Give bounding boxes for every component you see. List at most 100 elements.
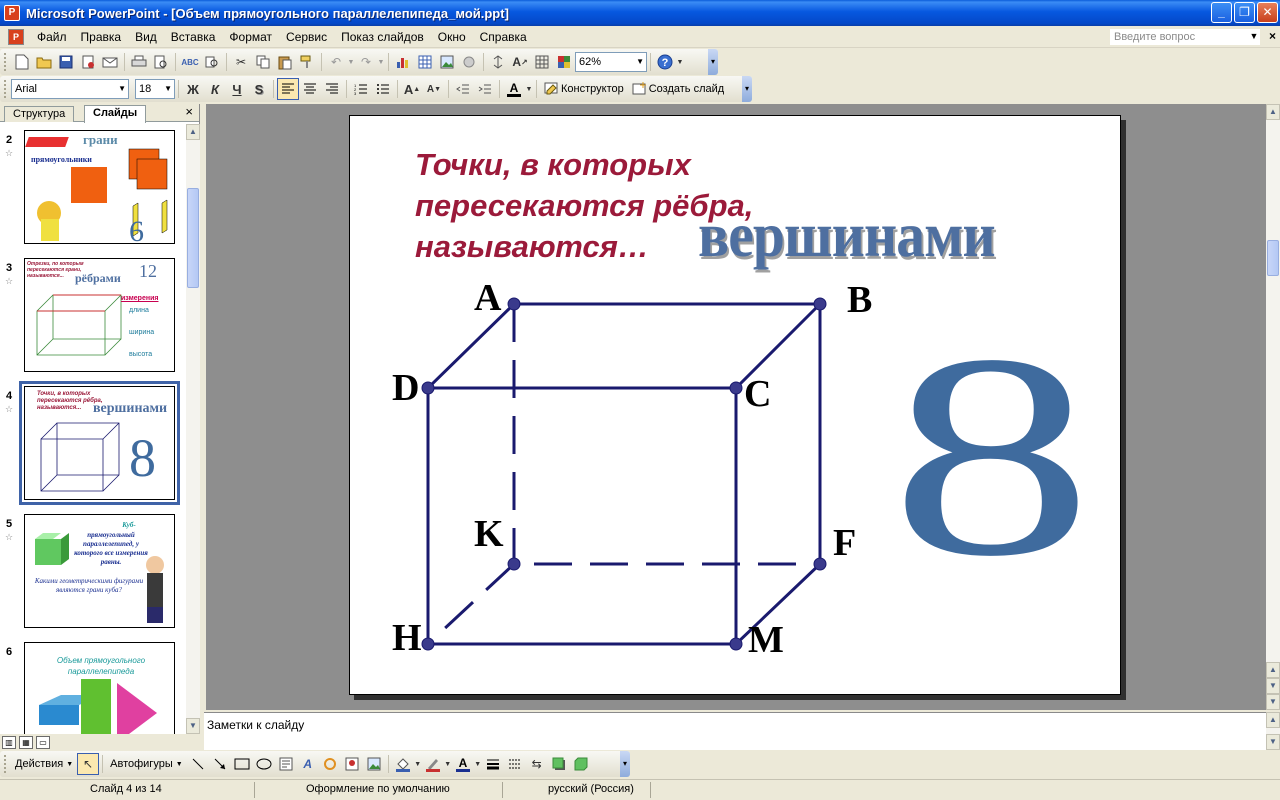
dash-style-icon[interactable] bbox=[504, 753, 526, 775]
cut-icon[interactable]: ✂ bbox=[230, 51, 252, 73]
menu-window[interactable]: Окно bbox=[431, 27, 473, 47]
help-dropdown-icon[interactable]: ▼ bbox=[676, 51, 684, 73]
slide-thumbnail-5[interactable]: 5 ☆ Куб- прямоугольный параллелепипед, у… bbox=[0, 514, 186, 630]
line-color-dropdown-icon[interactable]: ▼ bbox=[444, 753, 452, 775]
email-icon[interactable] bbox=[99, 51, 121, 73]
normal-view-icon[interactable]: ▥ bbox=[2, 735, 16, 749]
font-color-dropdown-icon[interactable]: ▼ bbox=[525, 78, 533, 100]
previous-slide-icon[interactable]: ▲ bbox=[1266, 662, 1280, 678]
scroll-down-icon[interactable]: ▼ bbox=[1266, 734, 1280, 750]
print-icon[interactable] bbox=[128, 51, 150, 73]
slide-sorter-view-icon[interactable]: ▦ bbox=[19, 735, 33, 749]
actions-menu[interactable]: Действия ▼ bbox=[11, 758, 77, 770]
toolbar-grip[interactable] bbox=[4, 755, 7, 773]
scroll-up-icon[interactable]: ▲ bbox=[186, 124, 200, 140]
spelling-icon[interactable]: ABC bbox=[179, 51, 201, 73]
bullets-icon[interactable] bbox=[372, 78, 394, 100]
toolbar-grip[interactable] bbox=[4, 53, 7, 71]
designer-button[interactable]: Конструктор bbox=[540, 82, 628, 96]
status-design-template[interactable]: Оформление по умолчанию bbox=[306, 783, 450, 795]
document-icon[interactable]: P bbox=[8, 28, 24, 45]
diagram-icon[interactable] bbox=[319, 753, 341, 775]
scroll-down-icon[interactable]: ▼ bbox=[1266, 694, 1280, 710]
align-right-icon[interactable] bbox=[321, 78, 343, 100]
menu-view[interactable]: Вид bbox=[128, 27, 164, 47]
research-icon[interactable] bbox=[201, 51, 223, 73]
slide-thumbnail-6[interactable]: 6 Объем прямоугольного параллелепипеда bbox=[0, 642, 186, 734]
slideshow-view-icon[interactable]: ▭ bbox=[36, 735, 50, 749]
font-color-dropdown-icon[interactable]: ▼ bbox=[474, 753, 482, 775]
toolbar-options-icon[interactable]: ▾ bbox=[620, 751, 630, 777]
autoshapes-menu[interactable]: Автофигуры ▼ bbox=[106, 758, 187, 770]
toolbar-grip[interactable] bbox=[4, 80, 7, 98]
color-grayscale-icon[interactable] bbox=[553, 51, 575, 73]
zoom-select[interactable]: 62% ▼ bbox=[575, 52, 647, 72]
tab-outline[interactable]: Структура bbox=[4, 106, 75, 122]
maximize-button[interactable]: ❐ bbox=[1234, 2, 1255, 23]
powerpoint-icon[interactable]: P bbox=[4, 5, 20, 21]
open-icon[interactable] bbox=[33, 51, 55, 73]
new-icon[interactable] bbox=[11, 51, 33, 73]
bold-button[interactable]: Ж bbox=[182, 78, 204, 100]
menu-insert[interactable]: Вставка bbox=[164, 27, 223, 47]
decrease-font-icon[interactable]: A ▼ bbox=[423, 78, 445, 100]
expand-icon[interactable] bbox=[487, 51, 509, 73]
pane-close-button[interactable]: × bbox=[185, 104, 193, 119]
increase-font-icon[interactable]: A ▲ bbox=[401, 78, 423, 100]
line-icon[interactable] bbox=[187, 753, 209, 775]
menu-tools[interactable]: Сервис bbox=[279, 27, 334, 47]
menu-help[interactable]: Справка bbox=[473, 27, 534, 47]
insert-picture-icon[interactable] bbox=[436, 51, 458, 73]
slide-thumbnail-3[interactable]: 3 ☆ Отрезки, по которым пересекаются гра… bbox=[0, 258, 186, 374]
fill-color-dropdown-icon[interactable]: ▼ bbox=[414, 753, 422, 775]
increase-indent-icon[interactable] bbox=[474, 78, 496, 100]
thumbnails-scrollbar[interactable]: ▲ ▼ bbox=[186, 124, 200, 734]
line-style-icon[interactable] bbox=[482, 753, 504, 775]
print-preview-icon[interactable] bbox=[150, 51, 172, 73]
current-slide[interactable]: Точки, в которых пересекаются рёбра, наз… bbox=[349, 115, 1121, 695]
fill-color-icon[interactable] bbox=[392, 753, 414, 775]
italic-button[interactable]: К bbox=[204, 78, 226, 100]
line-color-icon[interactable] bbox=[422, 753, 444, 775]
menu-edit[interactable]: Правка bbox=[74, 27, 129, 47]
wordart-icon[interactable]: A bbox=[297, 753, 319, 775]
notes-scrollbar[interactable]: ▲ ▼ bbox=[1266, 712, 1280, 750]
align-center-icon[interactable] bbox=[299, 78, 321, 100]
ask-dropdown-icon[interactable]: ▼ bbox=[1248, 29, 1260, 44]
paste-icon[interactable] bbox=[274, 51, 296, 73]
insert-chart-icon[interactable] bbox=[392, 51, 414, 73]
undo-dropdown-icon[interactable]: ▼ bbox=[347, 51, 355, 73]
close-button[interactable]: ✕ bbox=[1257, 2, 1278, 23]
insert-diagram-icon[interactable] bbox=[458, 51, 480, 73]
notes-input[interactable]: Заметки к слайду bbox=[204, 712, 1266, 750]
arrow-icon[interactable] bbox=[209, 753, 231, 775]
undo-icon[interactable]: ↶ bbox=[325, 51, 347, 73]
minimize-button[interactable]: _ bbox=[1211, 2, 1232, 23]
next-slide-icon[interactable]: ▼ bbox=[1266, 678, 1280, 694]
scroll-up-icon[interactable]: ▲ bbox=[1266, 104, 1280, 120]
font-color-icon[interactable]: A bbox=[452, 753, 474, 775]
align-left-icon[interactable] bbox=[277, 78, 299, 100]
textbox-icon[interactable] bbox=[275, 753, 297, 775]
menu-slideshow[interactable]: Показ слайдов bbox=[334, 27, 431, 47]
ask-question-input[interactable]: Введите вопрос bbox=[1110, 29, 1260, 45]
shadow-style-icon[interactable] bbox=[548, 753, 570, 775]
rectangle-icon[interactable] bbox=[231, 753, 253, 775]
document-close-button[interactable]: × bbox=[1269, 29, 1276, 43]
scroll-up-icon[interactable]: ▲ bbox=[1266, 712, 1280, 728]
show-formatting-icon[interactable]: A ↗ bbox=[509, 51, 531, 73]
permission-icon[interactable] bbox=[77, 51, 99, 73]
scroll-thumb[interactable] bbox=[1267, 240, 1279, 276]
picture-icon[interactable] bbox=[363, 753, 385, 775]
menu-file[interactable]: Файл bbox=[30, 27, 74, 47]
tab-slides[interactable]: Слайды bbox=[84, 105, 147, 123]
save-icon[interactable] bbox=[55, 51, 77, 73]
slide-scrollbar[interactable]: ▲ ▲ ▼ ▼ bbox=[1266, 104, 1280, 710]
oval-icon[interactable] bbox=[253, 753, 275, 775]
shadow-button[interactable]: S bbox=[248, 78, 270, 100]
redo-dropdown-icon[interactable]: ▼ bbox=[377, 51, 385, 73]
show-grid-icon[interactable] bbox=[531, 51, 553, 73]
underline-button[interactable]: Ч bbox=[226, 78, 248, 100]
status-language[interactable]: русский (Россия) bbox=[548, 783, 634, 795]
font-select[interactable]: Arial ▼ bbox=[11, 79, 129, 99]
